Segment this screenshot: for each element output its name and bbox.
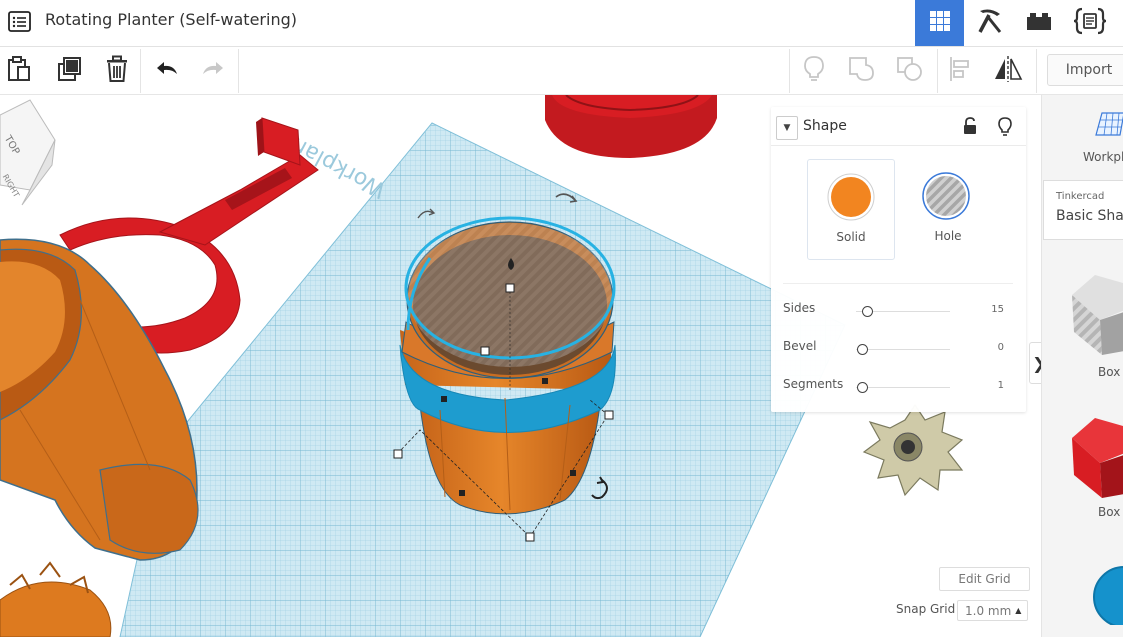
chevron-down-icon: ▼ [783,123,791,133]
shape-box-red[interactable] [1070,413,1123,502]
bevel-label: Bevel [783,339,817,353]
redo-button[interactable] [197,55,229,87]
top-bar: Rotating Planter (Self-watering) [0,0,1123,47]
shape-box-gray[interactable] [1070,270,1123,359]
list-icon[interactable] [8,10,32,34]
shape-label-box-gray: Box [1098,365,1121,379]
viewcube[interactable]: TOP RIGHT [0,99,56,206]
shapes-panel: Workplane Tinkercad Basic Shapes Box Box [1041,95,1123,637]
group-button[interactable] [846,55,878,87]
notes-button[interactable] [798,55,830,87]
workplane-tool-label: Workplane [1083,150,1123,164]
toolbar-divider [937,49,938,93]
chevron-up-icon: ▲ [1015,606,1022,615]
blocks-editor-button[interactable] [965,0,1014,46]
trash-icon [105,55,129,87]
shape-inspector: ▼ Shape Solid Hole Sides 15 Bevel 0 Segm… [771,107,1026,412]
bricks-button[interactable] [1014,0,1063,46]
bevel-value[interactable]: 0 [976,342,1004,353]
undo-icon [154,59,180,83]
segments-slider-knob[interactable] [857,382,868,393]
inspector-title: Shape [803,118,847,134]
pickaxe-icon [975,6,1005,40]
library-name: Basic Shapes [1056,208,1123,224]
duplicate-button[interactable] [54,55,86,87]
align-icon [947,55,973,87]
snap-grid-select[interactable]: 1.0 mm ▲ [957,600,1028,621]
orange-gear-shape[interactable] [0,561,112,637]
ungroup-icon [895,55,925,87]
shape-library-select[interactable]: Tinkercad Basic Shapes [1043,180,1123,240]
sides-slider-knob[interactable] [862,306,873,317]
solid-swatch-icon [827,173,875,221]
toolbar-divider [238,49,239,93]
inspector-divider [783,283,1013,284]
delete-button[interactable] [101,55,133,87]
edit-toolbar: Import [0,47,1123,95]
red-ring-shape[interactable] [545,95,717,158]
solid-label: Solid [836,230,866,244]
left-planter-shape[interactable] [0,238,199,561]
shape-sphere-blue[interactable] [1082,565,1123,629]
import-button[interactable]: Import [1047,54,1123,86]
snap-grid-value: 1.0 mm [965,603,1012,618]
mirror-button[interactable] [992,55,1024,87]
mirror-icon [992,55,1024,87]
inspector-collapse-button[interactable]: ▼ [776,116,798,140]
bevel-slider[interactable] [856,349,950,350]
duplicate-icon [56,55,84,87]
inspector-header: ▼ Shape [771,107,1026,146]
toolbar-divider [140,49,141,93]
hole-label: Hole [934,229,962,243]
hole-mode-option[interactable]: Hole [918,159,978,258]
lightbulb-icon[interactable] [997,116,1013,142]
beige-gear-shape[interactable] [862,403,964,497]
codeblocks-button[interactable] [1065,0,1114,46]
library-source: Tinkercad [1056,191,1105,202]
hole-swatch-icon [922,172,970,220]
grid-view-button[interactable] [915,0,964,46]
grid-view-icon [928,9,952,37]
toolbar-divider [1036,49,1037,93]
segments-slider[interactable] [856,387,950,388]
code-blocks-icon [1073,6,1107,40]
sides-value[interactable]: 15 [976,304,1004,315]
align-button[interactable] [944,55,976,87]
segments-label: Segments [783,377,844,391]
bricks-icon [1025,10,1053,36]
workplane-tool-icon[interactable] [1092,109,1123,143]
ungroup-button[interactable] [894,55,926,87]
lightbulb-icon [803,55,825,87]
sides-label: Sides [783,301,816,315]
shape-label-box-red: Box [1098,505,1121,519]
undo-button[interactable] [151,55,183,87]
group-icon [847,55,877,87]
lock-icon[interactable] [962,116,978,140]
design-title[interactable]: Rotating Planter (Self-watering) [45,10,297,29]
edit-grid-button[interactable]: Edit Grid [939,567,1030,591]
paste-button[interactable] [3,55,35,87]
solid-mode-option[interactable]: Solid [807,159,895,260]
redo-icon [200,59,226,83]
clipboard-icon [6,55,32,87]
toolbar-divider [789,49,790,93]
snap-grid-label: Snap Grid [896,602,956,616]
bevel-slider-knob[interactable] [857,344,868,355]
segments-value[interactable]: 1 [976,380,1004,391]
